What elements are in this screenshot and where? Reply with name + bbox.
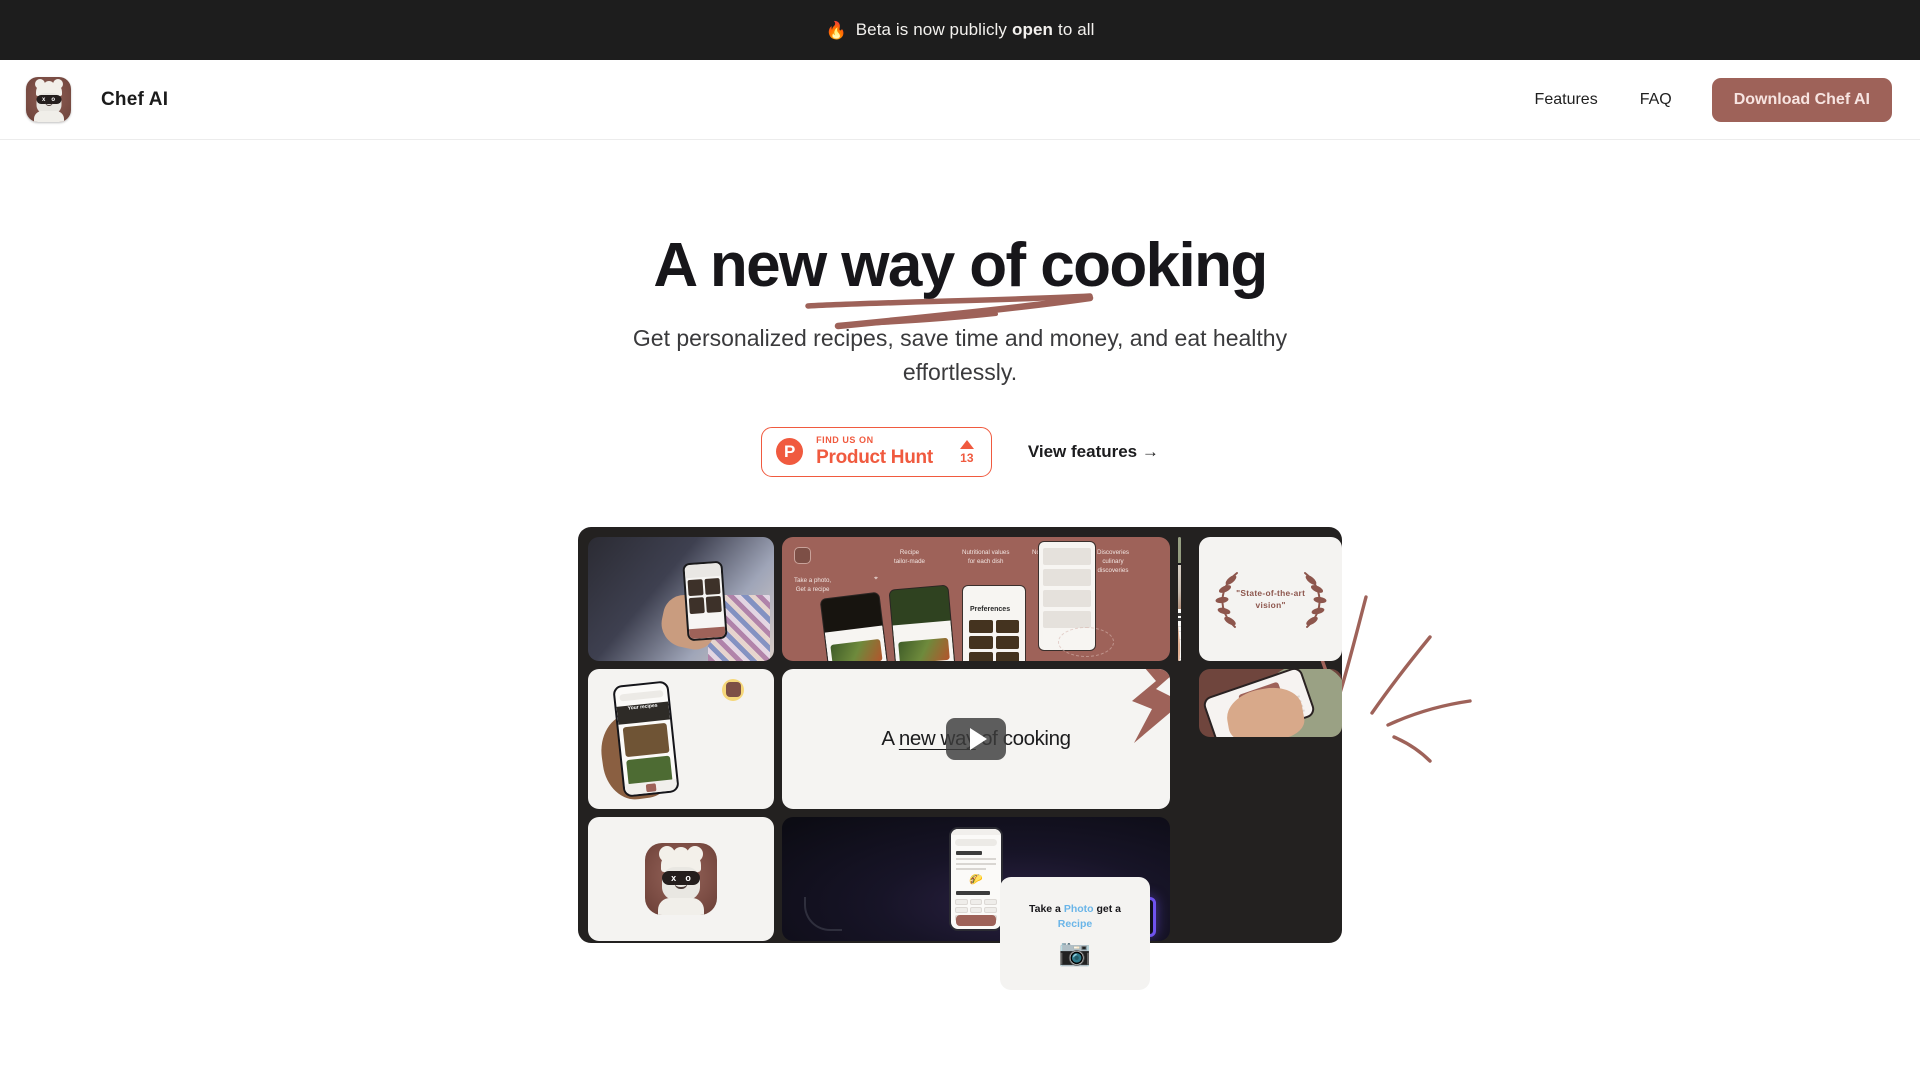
video-title-part1: A <box>881 726 899 750</box>
site-header: xo Chef AI Features FAQ Download Chef AI <box>0 60 1920 140</box>
award-wreath: "State-of-the-art vision" <box>1201 561 1341 637</box>
mosaic-right-column: "State-of-the-art vision" <box>1178 536 1342 941</box>
upvote-count: 13 <box>960 450 974 465</box>
product-hunt-upvote[interactable]: 13 <box>959 439 974 465</box>
tile-photo-to-recipe[interactable]: Take a Photo get a Recipe 📷 <box>1000 877 1150 990</box>
media-mosaic-wrapper: Take a photo, Get a recipe ⌖ Recipe tailor… <box>0 526 1920 943</box>
nav-item-faq[interactable]: FAQ <box>1640 91 1672 109</box>
hero-section: A new way of cooking Get personalized re… <box>0 140 1920 943</box>
tile-award-quote[interactable]: "State-of-the-art vision" <box>1199 536 1342 661</box>
chef-robot-app-icon: xo <box>645 842 717 915</box>
board-label-tailor-made: Recipe tailor-made <box>894 548 925 565</box>
caption-get-a: get a <box>1093 903 1121 916</box>
product-hunt-logo-icon: P <box>776 438 804 466</box>
hero-subtitle: Get personalized recipes, save time and … <box>632 324 1288 386</box>
tile-video-player[interactable]: A new way of cooking <box>782 668 1170 809</box>
caption-take-a: Take a <box>1028 903 1064 916</box>
board-label-take-photo: Take a photo, Get a recipe <box>794 576 832 593</box>
tile-hand-phone-recipes[interactable]: Your recipes <box>588 668 774 809</box>
tile-app-icon[interactable]: xo <box>588 816 774 941</box>
brand-name: Chef AI <box>101 88 169 110</box>
tile-hand-phone-maroon[interactable] <box>1199 668 1342 737</box>
chef-ai-app-icon <box>794 546 811 564</box>
banner-text-before: Beta is now publicly <box>855 20 1008 39</box>
tile-feature-board[interactable]: Take a photo, Get a recipe ⌖ Recipe tailor… <box>782 536 1170 661</box>
caption-recipe-highlight: Recipe <box>1057 917 1093 930</box>
nav-item-features[interactable]: Features <box>1535 91 1598 109</box>
caption-photo-highlight: Photo <box>1063 903 1094 916</box>
fire-emoji: 🔥 <box>825 20 847 40</box>
camera-emoji-icon: 📷 <box>1058 936 1092 967</box>
product-hunt-text: FIND US ON Product Hunt <box>816 435 933 469</box>
preferences-screen-title: Preferences <box>970 605 1011 613</box>
play-button-icon[interactable] <box>946 717 1006 760</box>
photo-recipe-caption: Take a Photo get a Recipe <box>1029 902 1121 930</box>
banner-text-bold: open <box>1012 20 1054 39</box>
board-label-nutritional: Nutritional values for each dish <box>962 548 1010 565</box>
product-hunt-badge[interactable]: P FIND US ON Product Hunt 13 <box>761 426 992 477</box>
chef-badge-icon <box>722 678 744 701</box>
chef-robot-logo-icon: xo <box>26 77 71 122</box>
view-features-link[interactable]: View features → <box>1028 442 1159 462</box>
tile-woman-holding-phone[interactable] <box>588 536 774 661</box>
award-quote-text: "State-of-the-art vision" <box>1236 587 1306 610</box>
board-label-discoveries: Discoveries culinary discoveries <box>1097 548 1129 574</box>
media-mosaic: Take a photo, Get a recipe ⌖ Recipe tailor… <box>578 526 1342 943</box>
product-hunt-kicker: FIND US ON <box>816 435 874 446</box>
brand-area[interactable]: xo Chef AI <box>26 77 168 122</box>
announcement-banner: 🔥 Beta is now publicly open to all <box>0 0 1920 60</box>
upvote-triangle-icon <box>959 439 974 449</box>
hero-cta-row: P FIND US ON Product Hunt 13 View featur… <box>0 426 1920 477</box>
main-nav: Features FAQ Download Chef AI <box>1535 77 1892 122</box>
page-title: A new way of cooking <box>653 231 1268 300</box>
tile-recipe-detail-photo[interactable] <box>1178 536 1181 661</box>
lightning-bolt-icon <box>1132 668 1170 743</box>
download-chef-ai-button[interactable]: Download Chef AI <box>1711 77 1892 122</box>
banner-text-after: to all <box>1058 20 1095 39</box>
mini-award-badge <box>1058 626 1114 657</box>
product-hunt-name: Product Hunt <box>816 447 933 469</box>
headline-wrapper: A new way of cooking <box>653 231 1268 330</box>
cursor-icon: ⌖ <box>874 574 878 582</box>
